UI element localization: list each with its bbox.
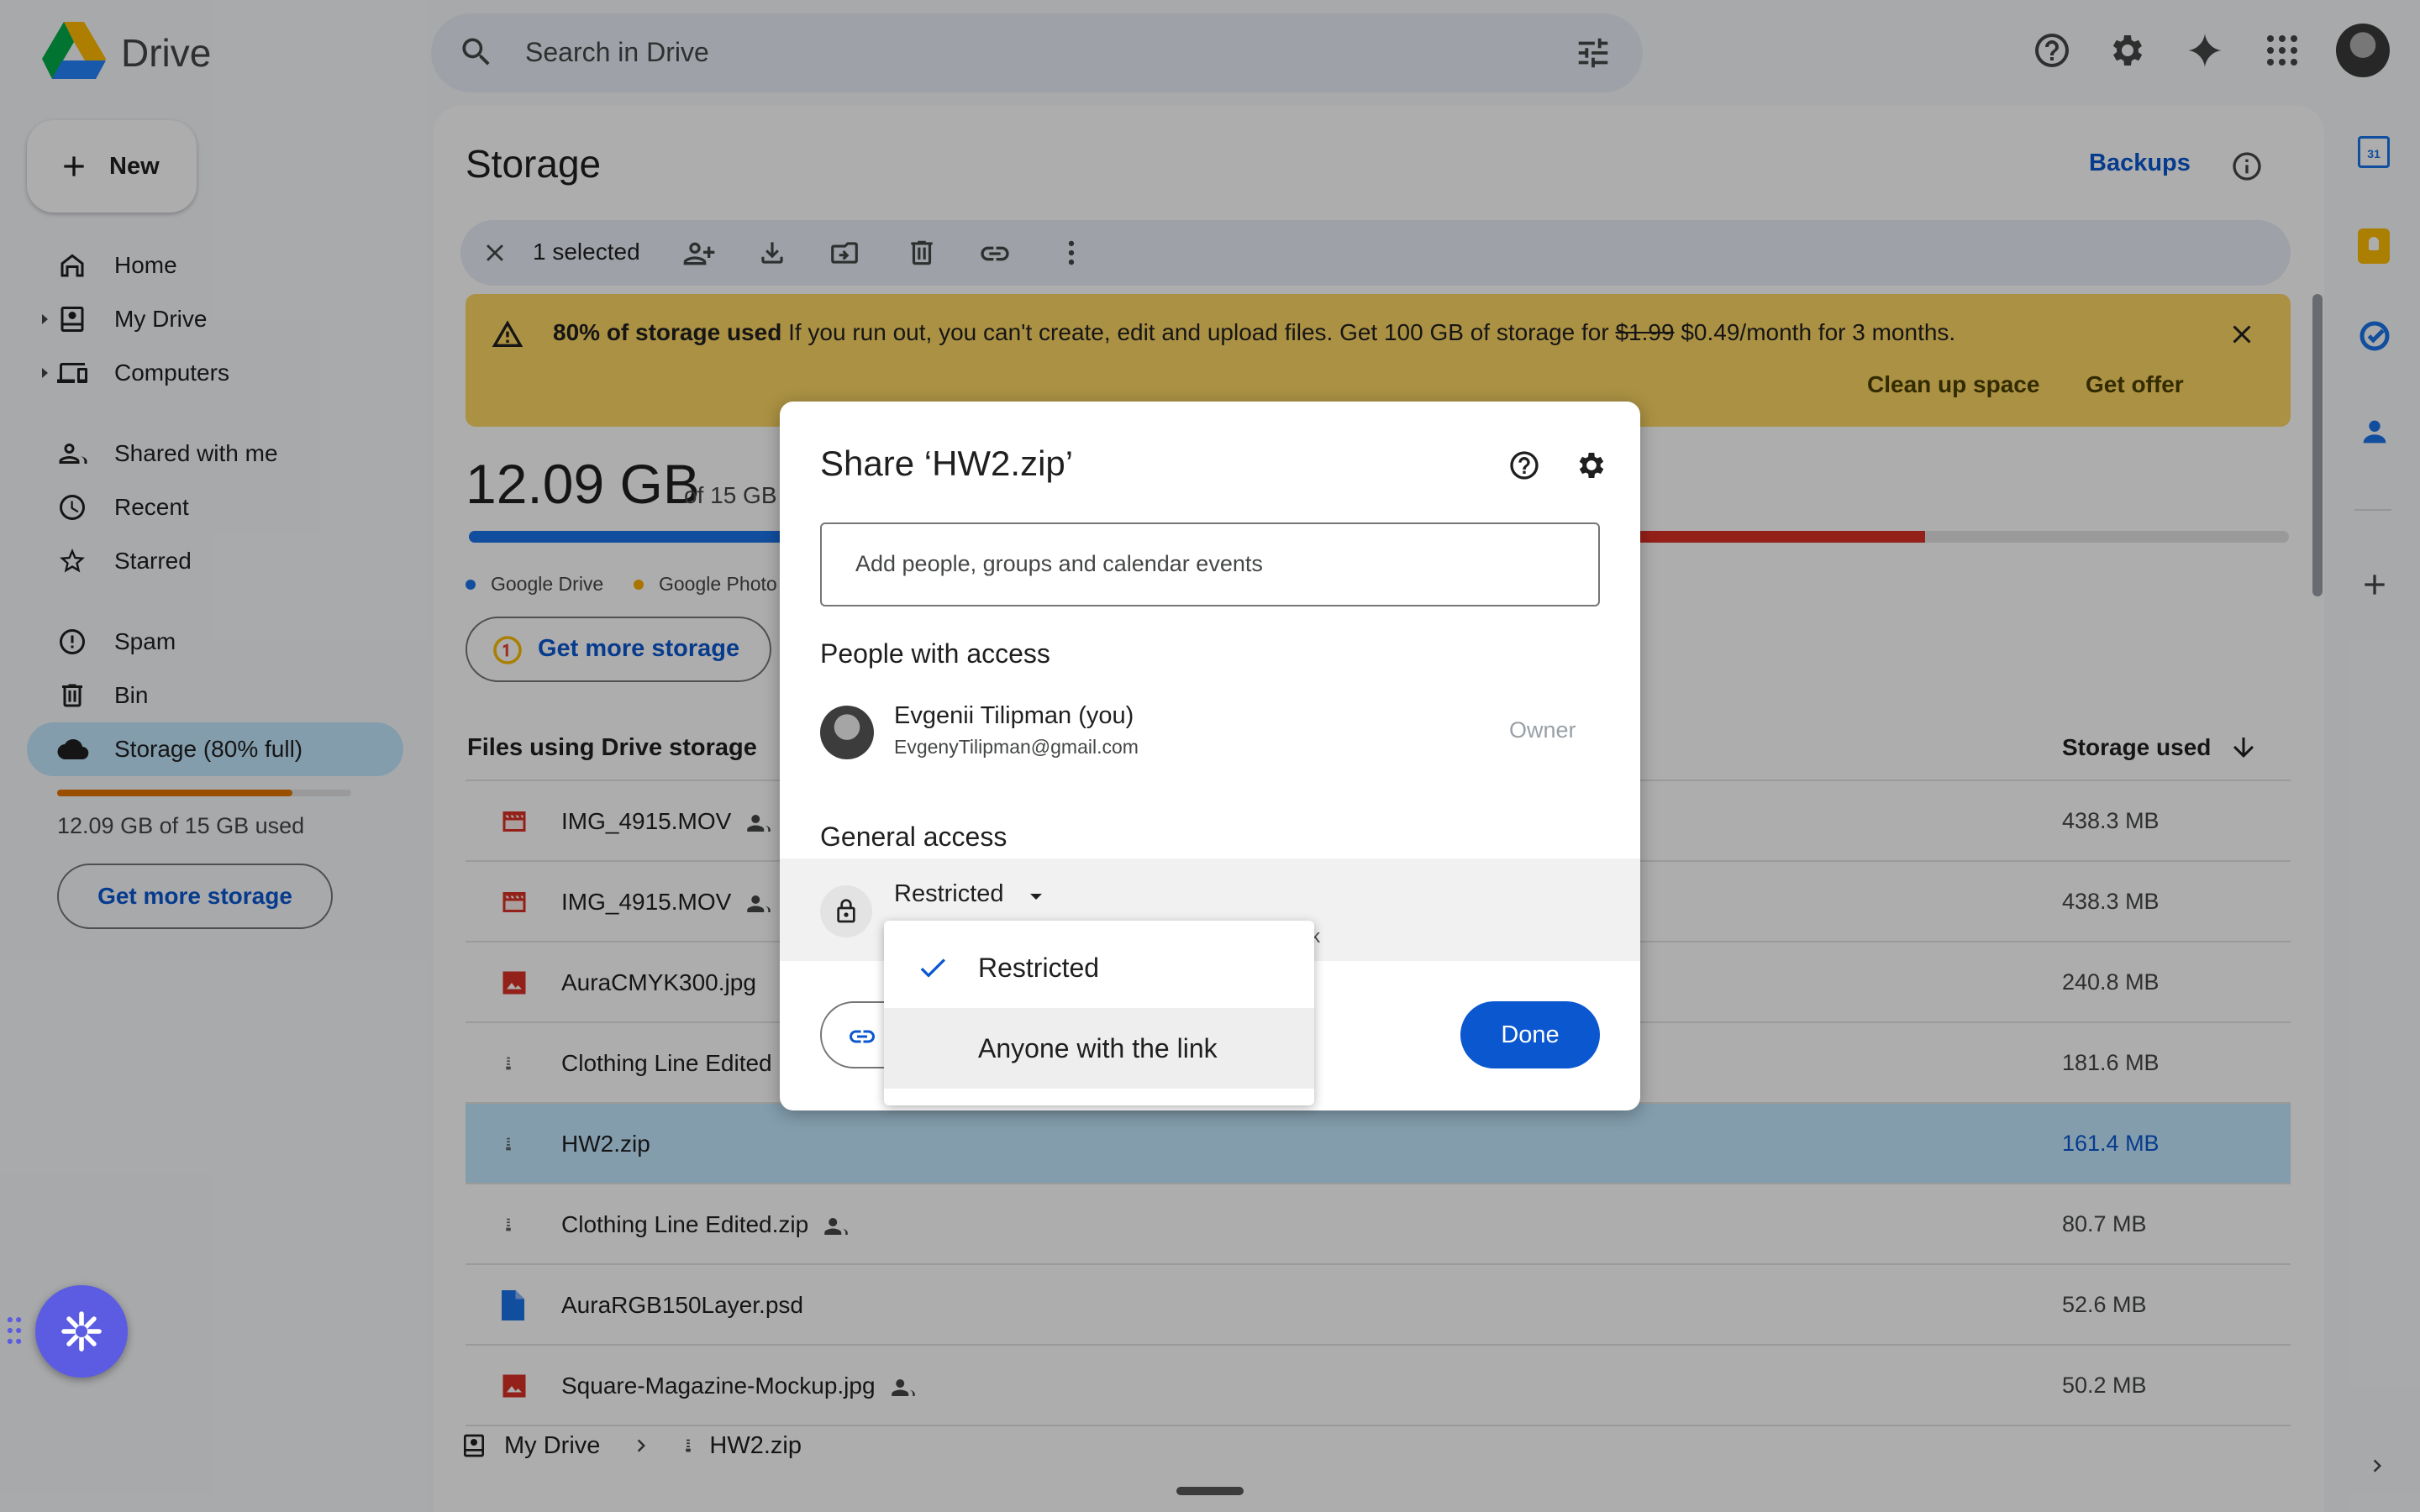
share-settings-gear-icon[interactable]	[1575, 449, 1608, 482]
owner-avatar	[820, 706, 874, 759]
menu-item-restricted[interactable]: Restricted	[884, 927, 1314, 1008]
done-button[interactable]: Done	[1460, 1001, 1600, 1068]
window-handle[interactable]	[1176, 1487, 1244, 1495]
general-access-select[interactable]: Restricted	[894, 880, 1004, 908]
owner-name: Evgenii Tilipman (you)	[894, 702, 1134, 729]
menu-item-anyone-with-link[interactable]: Anyone with the link	[884, 1008, 1314, 1089]
menu-item-label: Restricted	[978, 953, 1100, 983]
general-access-dropdown-menu: Restricted Anyone with the link	[884, 921, 1314, 1105]
owner-email: EvgenyTilipman@gmail.com	[894, 736, 1139, 758]
check-icon	[920, 958, 945, 978]
help-icon[interactable]	[1507, 449, 1541, 482]
lock-icon	[820, 885, 872, 937]
drag-handle-icon[interactable]	[5, 1315, 24, 1346]
assistant-fab[interactable]	[35, 1285, 128, 1378]
sparkle-burst-icon	[61, 1311, 102, 1352]
link-icon	[850, 1030, 875, 1043]
general-access-heading: General access	[820, 822, 1007, 852]
add-people-input[interactable]: Add people, groups and calendar events	[820, 522, 1600, 606]
menu-item-label: Anyone with the link	[978, 1033, 1218, 1063]
people-with-access-heading: People with access	[820, 638, 1050, 669]
owner-role: Owner	[1509, 717, 1576, 743]
add-people-placeholder: Add people, groups and calendar events	[855, 551, 1263, 576]
dialog-title: Share ‘HW2.zip’	[820, 444, 1074, 483]
dropdown-arrow-icon[interactable]	[1030, 894, 1042, 900]
